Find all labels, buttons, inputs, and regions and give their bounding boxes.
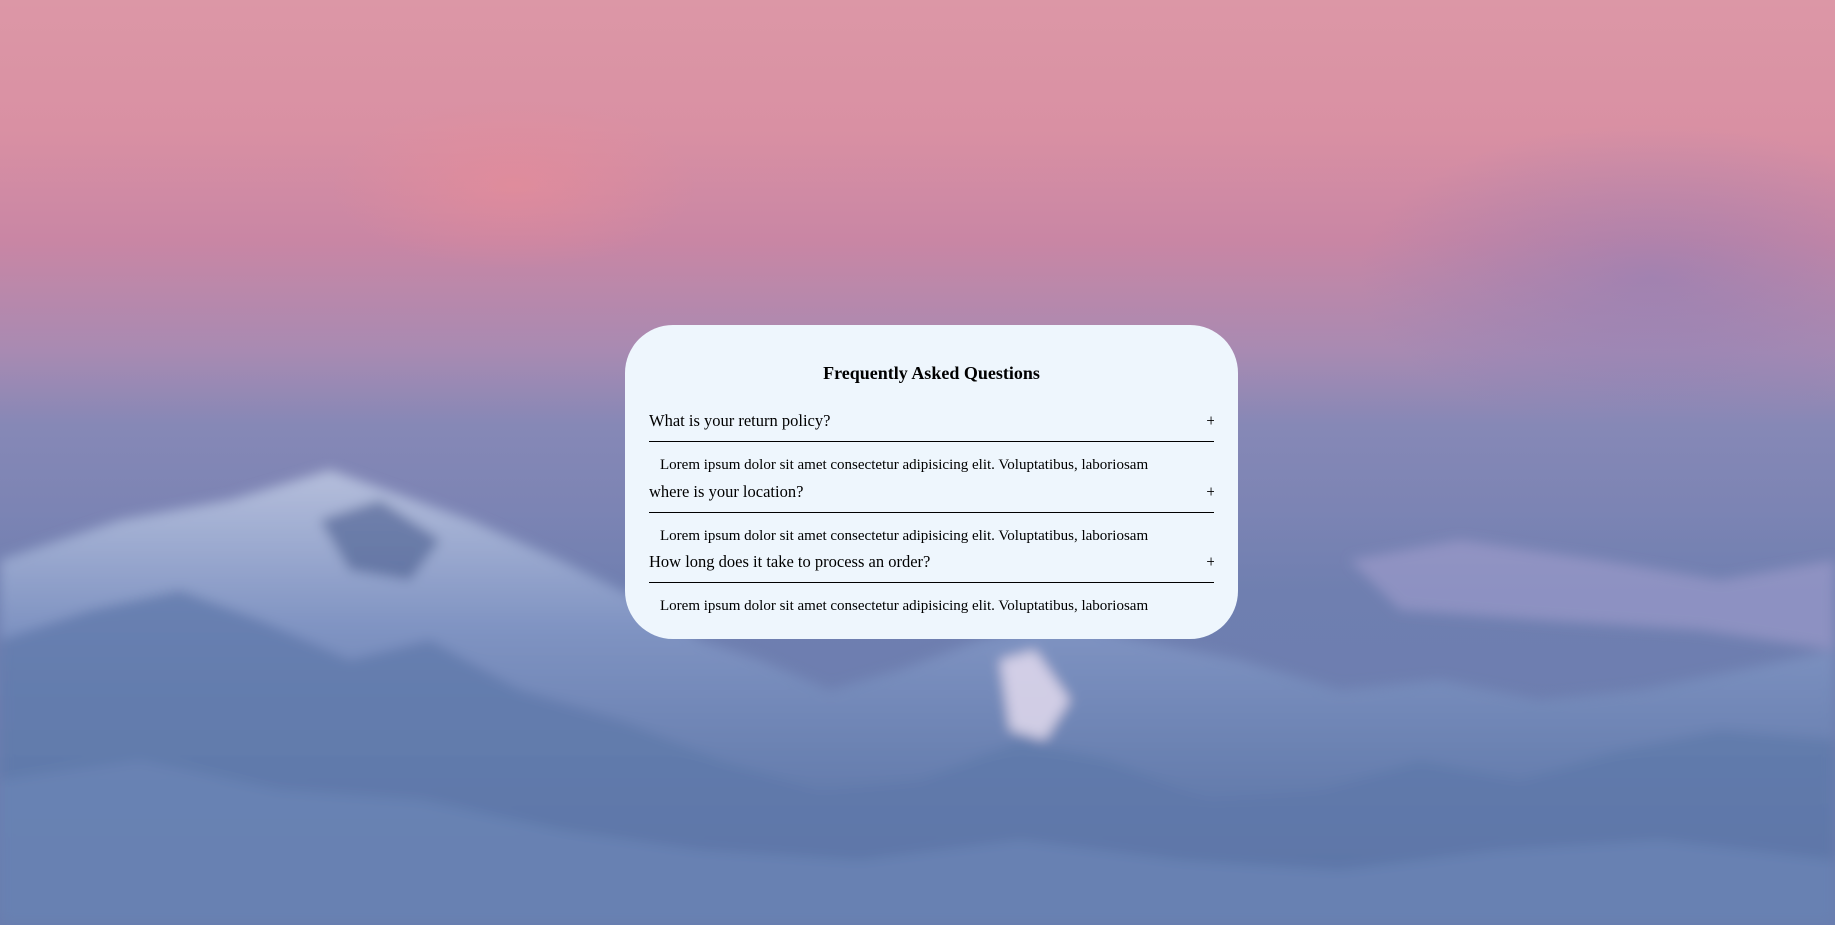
faq-divider (649, 511, 1214, 513)
plus-icon[interactable]: + (1204, 482, 1214, 502)
faq-answer-text: Lorem ipsum dolor sit amet consectetur a… (660, 598, 1149, 614)
faq-item: What is your return policy? + Lorem ipsu… (649, 403, 1214, 474)
faq-card: Frequently Asked Questions What is your … (625, 325, 1238, 639)
plus-icon[interactable]: + (1204, 411, 1214, 431)
faq-answer-text: Lorem ipsum dolor sit amet consectetur a… (660, 527, 1149, 544)
faq-list: What is your return policy? + Lorem ipsu… (649, 403, 1214, 615)
faq-question-button[interactable]: What is your return policy? + (649, 403, 1214, 439)
faq-question-button[interactable]: where is your location? + (649, 474, 1214, 510)
plus-icon[interactable]: + (1204, 552, 1214, 572)
faq-answer-text: Lorem ipsum dolor sit amet consectetur a… (660, 457, 1149, 473)
faq-divider (649, 582, 1214, 583)
faq-item: How long does it take to process an orde… (649, 544, 1214, 615)
faq-question-button[interactable]: How long does it take to process an orde… (649, 544, 1214, 580)
faq-question-text: where is your location? (649, 481, 804, 501)
faq-divider (649, 441, 1214, 442)
faq-question-text: What is your return policy? (649, 411, 831, 430)
faq-question-text: How long does it take to process an orde… (649, 552, 931, 571)
faq-title: Frequently Asked Questions (823, 363, 1040, 383)
faq-item: where is your location? + Lorem ipsum do… (649, 474, 1214, 545)
